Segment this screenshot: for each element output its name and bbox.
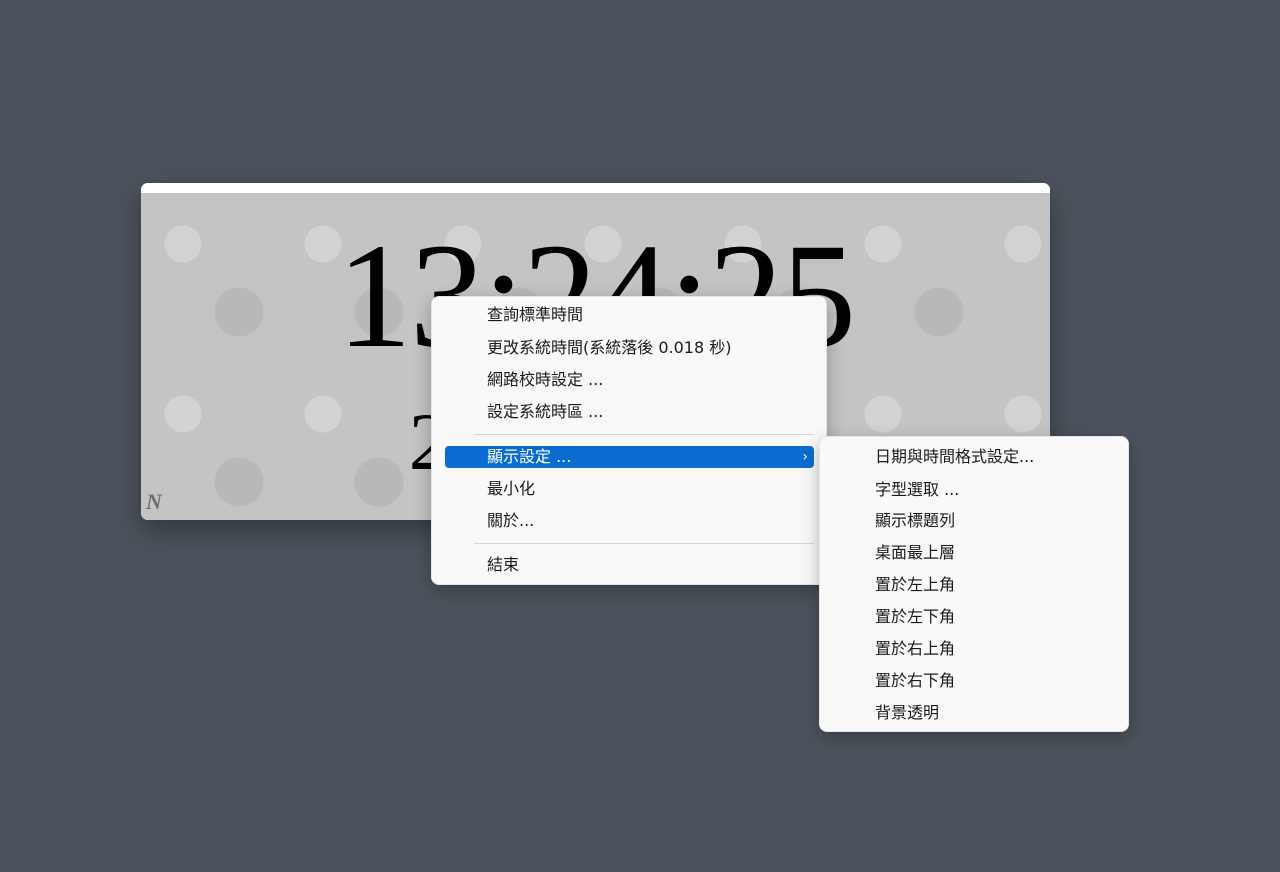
display-settings-submenu: 日期與時間格式設定... 字型選取 ... 顯示標題列 桌面最上層 置於左上角 …: [819, 436, 1129, 732]
menu-item-minimize[interactable]: 最小化: [445, 475, 814, 503]
menu-item-label: 日期與時間格式設定...: [875, 447, 1035, 466]
menu-separator: [474, 434, 814, 435]
submenu-item-transparent-background[interactable]: 背景透明: [828, 699, 1122, 727]
submenu-item-top-right[interactable]: 置於右上角: [828, 635, 1122, 663]
menu-item-label: 網路校時設定 ...: [487, 370, 604, 389]
app-logo-icon: N: [146, 489, 162, 514]
submenu-item-font-select[interactable]: 字型選取 ...: [828, 476, 1122, 504]
menu-item-label: 設定系統時區 ...: [487, 402, 604, 421]
menu-item-label: 更改系統時間(系統落後 0.018 秒): [487, 338, 732, 357]
menu-item-change-system-time[interactable]: 更改系統時間(系統落後 0.018 秒): [445, 334, 814, 362]
chevron-right-icon: ›: [802, 449, 808, 465]
menu-item-network-time-settings[interactable]: 網路校時設定 ...: [445, 366, 814, 394]
submenu-item-bottom-left[interactable]: 置於左下角: [828, 603, 1122, 631]
menu-item-label: 顯示設定 ...: [487, 447, 572, 466]
menu-item-about[interactable]: 關於...: [445, 507, 814, 535]
menu-item-label: 關於...: [487, 511, 535, 530]
menu-item-label: 查詢標準時間: [487, 305, 584, 324]
menu-item-label: 字型選取 ...: [875, 480, 960, 499]
menu-item-label: 背景透明: [875, 703, 940, 722]
menu-item-label: 置於右上角: [875, 639, 956, 658]
menu-item-exit[interactable]: 結束: [445, 551, 814, 579]
menu-item-label: 最小化: [487, 479, 536, 498]
menu-item-label: 顯示標題列: [875, 511, 956, 530]
submenu-item-always-on-top[interactable]: 桌面最上層: [828, 539, 1122, 567]
submenu-item-bottom-right[interactable]: 置於右下角: [828, 667, 1122, 695]
context-menu: 查詢標準時間 更改系統時間(系統落後 0.018 秒) 網路校時設定 ... 設…: [431, 296, 827, 585]
submenu-item-top-left[interactable]: 置於左上角: [828, 571, 1122, 599]
menu-item-label: 置於左下角: [875, 607, 956, 626]
submenu-item-show-titlebar[interactable]: 顯示標題列: [828, 507, 1122, 535]
menu-separator: [474, 543, 814, 544]
menu-item-label: 桌面最上層: [875, 543, 956, 562]
submenu-item-datetime-format[interactable]: 日期與時間格式設定...: [828, 443, 1122, 471]
menu-item-display-settings[interactable]: 顯示設定 ... ›: [445, 446, 814, 468]
menu-item-label: 置於左上角: [875, 575, 956, 594]
menu-item-label: 結束: [487, 555, 520, 574]
menu-item-set-time-zone[interactable]: 設定系統時區 ...: [445, 398, 814, 426]
menu-item-query-standard-time[interactable]: 查詢標準時間: [445, 301, 814, 329]
menu-item-label: 置於右下角: [875, 671, 956, 690]
clock-titlebar[interactable]: [141, 183, 1050, 193]
